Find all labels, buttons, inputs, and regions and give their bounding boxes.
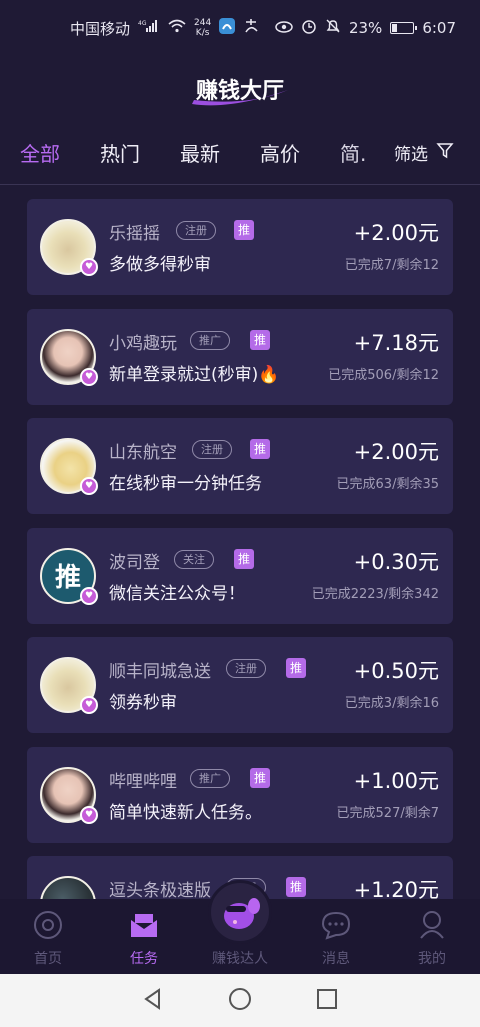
recommended-badge: 推 [286, 877, 306, 897]
task-description: 多做多得秒审 [109, 255, 211, 275]
eye-icon [275, 19, 293, 37]
task-name: 哔哩哔哩 [109, 771, 177, 792]
task-name: 顺丰同城急送 [109, 662, 211, 682]
battery-icon [390, 22, 418, 34]
task-progress-stats: 已完成2223/剩余342 [311, 586, 439, 602]
tab-hot[interactable]: 热门 [100, 138, 180, 167]
nav-messages-label: 消息 [322, 951, 350, 967]
filter-icon [436, 141, 454, 164]
task-type-tag: 注册 [226, 659, 266, 678]
system-nav-bar [0, 974, 480, 1027]
reward-amount: +2.00元 [353, 440, 439, 464]
task-name: 小鸡趣玩 [109, 333, 177, 354]
task-name: 乐摇摇 [109, 224, 160, 244]
battery-fill [392, 24, 398, 32]
network-type: 4G [138, 20, 147, 27]
heart-icon: ♥ [80, 696, 98, 714]
recommended-badge: 推 [250, 767, 270, 788]
reward-amount: +1.00元 [353, 768, 439, 793]
task-card[interactable]: 推 ♥ 波司登 关注推微信关注公众号！ +0.30元 已完成2223/剩余342 [27, 527, 453, 624]
task-progress-stats: 已完成506/剩余12 [328, 367, 439, 383]
reward-amount: +2.00元 [353, 221, 439, 245]
mascot-button[interactable] [208, 880, 272, 944]
filter-label: 筛选 [394, 144, 428, 165]
task-card[interactable]: ♥ 哔哩哔哩 推广推简单快速新人任务。 +1.00元已完成527/剩余7 [27, 746, 453, 843]
recents-icon[interactable] [316, 988, 338, 1014]
tab-simple[interactable]: 简. [340, 138, 380, 167]
recommended-badge: 推 [250, 439, 270, 459]
alipay-icon [243, 18, 259, 38]
task-type-tag: 推广 [190, 768, 230, 788]
nav-tasks[interactable]: 任务 [96, 899, 192, 974]
profile-icon [420, 911, 444, 939]
signal-icon: 4G [138, 19, 160, 37]
battery-percent: 23% [348, 19, 383, 37]
back-icon[interactable] [142, 987, 164, 1014]
task-type-tag: 注册 [176, 221, 216, 240]
heart-icon: ♥ [80, 367, 98, 386]
tab-newest[interactable]: 最新 [180, 138, 260, 167]
mascot-icon [224, 898, 260, 929]
heart-icon: ♥ [80, 805, 98, 824]
nav-profile-label: 我的 [418, 951, 446, 967]
reward-amount: +0.50元 [353, 659, 439, 683]
net-speed: 244 K/s [194, 18, 212, 38]
alarm-icon [301, 18, 317, 38]
task-progress-stats: 已完成63/剩余35 [336, 477, 439, 492]
nav-tasks-label: 任务 [130, 951, 158, 967]
task-type-tag: 关注 [174, 549, 214, 569]
recommended-badge: 推 [250, 329, 270, 350]
task-description: 新单登录就过(秒审)🔥 [109, 364, 280, 385]
task-progress-stats: 已完成3/剩余16 [344, 696, 439, 711]
heart-icon: ♥ [80, 477, 98, 495]
home-icon [34, 911, 62, 939]
heart-icon: ♥ [80, 258, 98, 276]
nav-top-earners-label: 赚钱达人 [212, 951, 268, 967]
heart-icon: ♥ [80, 586, 98, 605]
tab-all[interactable]: 全部 [20, 138, 100, 167]
task-type-tag: 推广 [190, 330, 230, 350]
filter-button[interactable]: 筛选 [394, 126, 454, 178]
mute-bell-icon [325, 18, 341, 38]
task-description: 在线秒审一分钟任务 [109, 474, 262, 494]
page-header: 赚钱大厅 [0, 56, 480, 122]
page-title: 赚钱大厅 [195, 79, 284, 104]
message-icon [321, 911, 351, 940]
task-type-tag: 注册 [192, 440, 232, 459]
reward-amount: +0.30元 [353, 549, 439, 574]
recommended-badge: 推 [234, 220, 254, 240]
task-progress-stats: 已完成527/剩余7 [336, 805, 439, 821]
task-card[interactable]: ♥ 山东航空 注册推在线秒审一分钟任务 +2.00元已完成63/剩余35 [27, 418, 453, 514]
nav-home[interactable]: 首页 [0, 899, 96, 974]
tabs-divider [0, 184, 480, 185]
task-icon [131, 914, 157, 937]
task-description: 领券秒审 [109, 693, 177, 713]
reward-amount: +1.20元 [353, 878, 439, 899]
clock: 6:07 [422, 19, 456, 37]
task-description: 简单快速新人任务。 [109, 802, 262, 823]
task-name: 山东航空 [109, 443, 177, 463]
status-bar: 中国移动 4G 244 K/s 23% 6:07 [0, 0, 480, 56]
nav-messages[interactable]: 消息 [288, 899, 384, 974]
category-tabs: 全部 热门 最新 高价 简. 筛选 [0, 126, 480, 178]
task-progress-stats: 已完成7/剩余12 [344, 258, 439, 273]
task-card[interactable]: ♥ 顺丰同城急送 注册 推领券秒审 +0.50元已完成3/剩余16 [27, 637, 453, 733]
carrier-label: 中国移动 [70, 19, 131, 38]
wifi-icon [168, 19, 186, 37]
nav-home-label: 首页 [34, 951, 62, 967]
task-list: ♥ 乐摇摇 注册推多做多得秒审 +2.00元 已完成7/剩余12 ♥ 小鸡趣玩 推广推新单登录… [27, 199, 453, 899]
task-name: 逗头条极速版 [109, 881, 211, 899]
nav-profile[interactable]: 我的 [384, 899, 480, 974]
app-notification-icon [219, 18, 236, 38]
recommended-badge: 推 [286, 658, 306, 678]
task-description: 微信关注公众号！ [109, 583, 245, 604]
recommended-badge: 推 [234, 548, 254, 569]
task-card[interactable]: ♥ 乐摇摇 注册推多做多得秒审 +2.00元已完成7/剩余12 [27, 199, 453, 295]
home-circle-icon[interactable] [228, 987, 252, 1015]
task-name: 波司登 [109, 552, 160, 573]
tab-high-price[interactable]: 高价 [260, 138, 340, 167]
task-card[interactable]: ♥ 小鸡趣玩 推广推新单登录就过(秒审)🔥 +7.18元已完成506/剩余12 [27, 308, 453, 405]
reward-amount: +7.18元 [353, 330, 439, 355]
avatar [40, 876, 96, 899]
